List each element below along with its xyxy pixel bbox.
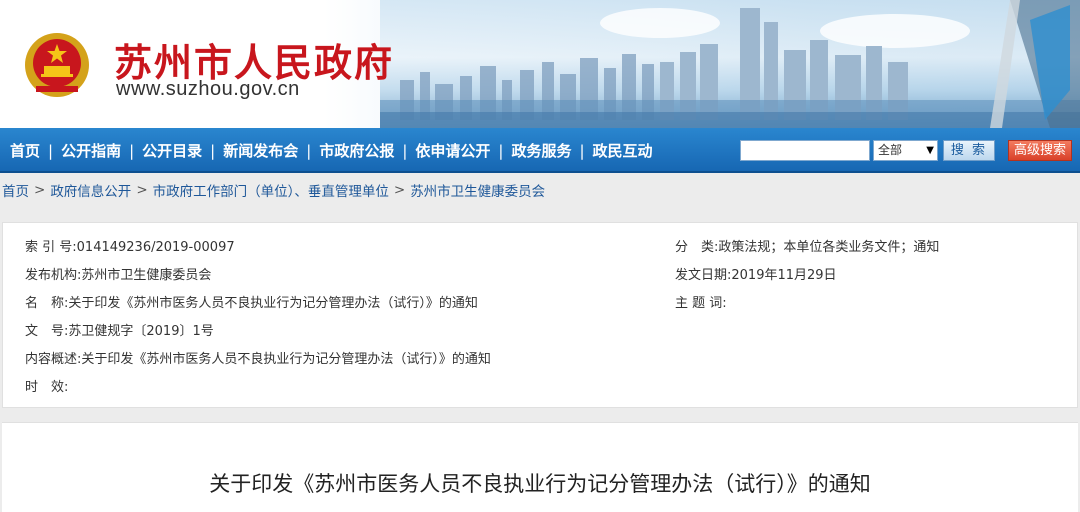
search-button[interactable]: 搜 索 <box>943 140 995 161</box>
decorative-frame <box>990 0 1080 128</box>
nav-item-5[interactable]: 依申请公开 <box>411 140 494 161</box>
keywords-label: 主 题 词: <box>675 296 727 311</box>
nav-item-0[interactable]: 首页 <box>6 140 44 161</box>
issue-date-label: 发文日期: <box>675 268 732 283</box>
doc-name-value: 关于印发《苏州市医务人员不良执业行为记分管理办法（试行）》的通知 <box>68 296 478 311</box>
nav-item-3[interactable]: 新闻发布会 <box>219 140 302 161</box>
doc-number-label: 文 号: <box>25 324 69 339</box>
search-scope-select[interactable]: 全部 ▼ <box>873 140 938 161</box>
nav-item-7[interactable]: 政民互动 <box>589 140 657 161</box>
breadcrumb: 首页 > 政府信息公开 > 市政府工作部门（单位）、垂直管理单位 > 苏州市卫生健康委员会 <box>0 175 1080 205</box>
validity-row: 时 效: <box>25 376 68 395</box>
national-emblem-icon <box>25 33 89 97</box>
validity-label: 时 效: <box>25 380 69 395</box>
publisher-row: 发布机构:苏州市卫生健康委员会 <box>25 264 211 283</box>
document-title: 关于印发《苏州市医务人员不良执业行为记分管理办法（试行）》的通知 <box>209 472 871 496</box>
nav-separator: | <box>306 141 312 160</box>
nav-separator: | <box>402 141 408 160</box>
breadcrumb-link-2[interactable]: 市政府工作部门（单位）、垂直管理单位 <box>153 180 389 200</box>
category-value: 政策法规；本单位各类业务文件；通知 <box>718 240 940 255</box>
document-metadata-panel: 索 引 号:014149236/2019-00097 发布机构:苏州市卫生健康委… <box>2 222 1078 408</box>
index-number-label: 索 引 号: <box>25 240 77 255</box>
index-number-value: 014149236/2019-00097 <box>76 240 235 255</box>
doc-number-row: 文 号:苏卫健规字〔2019〕1号 <box>25 320 214 339</box>
issue-date-value: 2019年11月29日 <box>731 268 837 283</box>
category-label: 分 类: <box>675 240 719 255</box>
breadcrumb-link-1[interactable]: 政府信息公开 <box>50 180 131 200</box>
nav-item-4[interactable]: 市政府公报 <box>315 140 398 161</box>
issue-date-row: 发文日期:2019年11月29日 <box>675 264 837 283</box>
document-body: 关于印发《苏州市医务人员不良执业行为记分管理办法（试行）》的通知 <box>2 422 1078 512</box>
summary-label: 内容概述: <box>25 352 82 367</box>
nav-item-6[interactable]: 政务服务 <box>507 140 575 161</box>
search-scope-value: 全部 <box>878 143 903 157</box>
doc-name-label: 名 称: <box>25 296 69 311</box>
publisher-label: 发布机构: <box>25 268 82 283</box>
search-input[interactable] <box>740 140 870 161</box>
chevron-down-icon: ▼ <box>926 145 934 156</box>
site-header: 苏州市人民政府 www.suzhou.gov.cn <box>0 0 1080 128</box>
nav-item-1[interactable]: 公开指南 <box>57 140 125 161</box>
nav-separator: | <box>498 141 504 160</box>
breadcrumb-link-0[interactable]: 首页 <box>2 180 29 200</box>
nav-item-2[interactable]: 公开目录 <box>138 140 206 161</box>
nav-separator: | <box>48 141 54 160</box>
doc-name-row: 名 称:关于印发《苏州市医务人员不良执业行为记分管理办法（试行）》的通知 <box>25 292 478 311</box>
breadcrumb-separator: > <box>393 182 406 198</box>
advanced-search-button[interactable]: 高级搜索 <box>1008 140 1072 161</box>
category-row: 分 类:政策法规；本单位各类业务文件；通知 <box>675 236 939 255</box>
nav-separator: | <box>210 141 216 160</box>
summary-row: 内容概述:关于印发《苏州市医务人员不良执业行为记分管理办法（试行）》的通知 <box>25 348 491 367</box>
breadcrumb-link-3[interactable]: 苏州市卫生健康委员会 <box>410 180 545 200</box>
nav-separator: | <box>579 141 585 160</box>
keywords-row: 主 题 词: <box>675 292 727 311</box>
nav-separator: | <box>129 141 135 160</box>
index-number-row: 索 引 号:014149236/2019-00097 <box>25 236 235 255</box>
breadcrumb-separator: > <box>34 182 46 198</box>
breadcrumb-separator: > <box>136 182 148 198</box>
publisher-value: 苏州市卫生健康委员会 <box>81 268 212 283</box>
site-url[interactable]: www.suzhou.gov.cn <box>116 78 300 101</box>
doc-number-value: 苏卫健规字〔2019〕1号 <box>68 324 214 339</box>
summary-value: 关于印发《苏州市医务人员不良执业行为记分管理办法（试行）》的通知 <box>81 352 491 367</box>
